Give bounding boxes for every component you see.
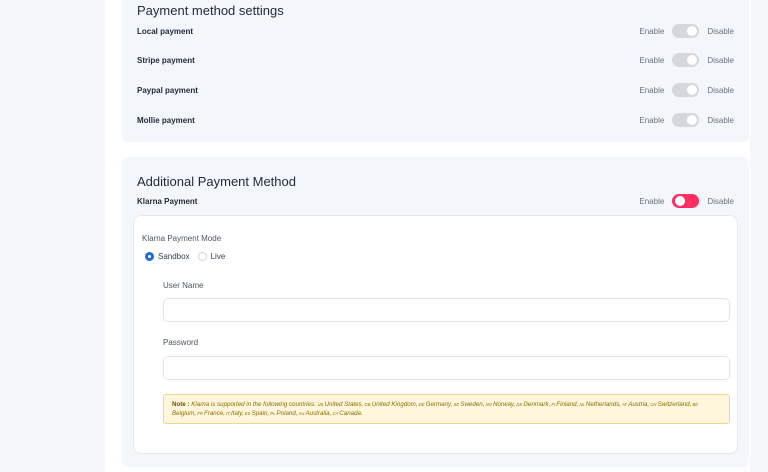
country-item: FR France, (196, 410, 225, 417)
country-code: DE (417, 402, 426, 407)
toggle-knob (687, 55, 698, 65)
sandbox-radio-label[interactable]: Sandbox (158, 252, 190, 261)
payment-settings-title: Payment method settings (137, 3, 284, 18)
country-item: CH Switzerland, (649, 401, 691, 408)
payment-label: Mollie payment (137, 115, 195, 125)
country-item: ES Spain, (244, 410, 269, 417)
enable-label: Enable (639, 115, 665, 125)
toggle-knob (687, 85, 698, 95)
live-radio[interactable] (197, 252, 207, 261)
country-item: PL Poland, (269, 410, 297, 417)
country-name: Poland, (276, 410, 298, 417)
payment-settings-card: Payment method settings Local payment En… (122, 0, 749, 142)
enable-label: Enable (639, 26, 665, 36)
payment-label: Stripe payment (137, 55, 195, 65)
country-code: CH (649, 402, 658, 407)
country-item: AU Australia, (298, 410, 332, 417)
enable-label: Enable (639, 196, 665, 206)
country-name: Germany, (425, 401, 453, 408)
country-name: France, (204, 410, 225, 417)
country-item: CA Canada. (331, 410, 362, 417)
note-intro: Klarna is supported in the following cou… (191, 401, 316, 408)
live-radio-label[interactable]: Live (211, 252, 226, 261)
country-item: US United States, (318, 401, 364, 408)
payment-row-local: Local payment Enable Disable (137, 24, 734, 38)
country-name: United Kingdom, (371, 401, 418, 408)
local-payment-toggle[interactable] (672, 24, 700, 38)
klarna-settings-panel: Klarna Payment Mode Sandbox Live User Na… (133, 215, 738, 454)
country-name: Canada. (339, 410, 363, 417)
country-name: Finland, (556, 401, 579, 408)
country-name: Netherlands, (585, 401, 622, 408)
stripe-payment-toggle[interactable] (672, 53, 700, 67)
payment-row-klarna: Klarna Payment Enable Disable (137, 194, 734, 208)
country-name: Spain, (251, 410, 270, 417)
payment-label: Local payment (137, 26, 194, 36)
country-name: Switzerland, (657, 401, 692, 408)
sandbox-radio[interactable] (145, 252, 154, 261)
disable-label: Disable (707, 85, 734, 95)
klarna-label: Klarna Payment (137, 196, 198, 206)
country-code: US (317, 402, 325, 407)
toggle-knob (687, 26, 698, 36)
note-prefix: Note : (172, 401, 190, 408)
country-code: BE (691, 402, 699, 407)
country-code: ES (243, 411, 252, 416)
country-code: GB (363, 402, 372, 407)
country-item: DK Denmark, (515, 401, 550, 408)
country-item: IT Italy, (225, 410, 244, 417)
klarna-mode-radio-group: Sandbox Live (145, 252, 233, 261)
country-item: GB United Kingdom, (363, 401, 418, 408)
username-input[interactable] (163, 298, 730, 322)
password-label: Password (163, 338, 199, 347)
page-scrollbar[interactable] (750, 0, 768, 472)
country-code: NL (578, 402, 586, 407)
disable-label: Disable (707, 115, 734, 125)
payment-label: Paypal payment (137, 85, 198, 95)
country-item: FI Finland, (550, 401, 578, 408)
country-item: NO Norway, (484, 401, 516, 408)
country-name: Italy, (231, 410, 244, 417)
country-item: SE Sweden, (452, 401, 485, 408)
country-name: Austria, (628, 401, 650, 408)
country-code: PL (269, 411, 277, 416)
additional-payment-title: Additional Payment Method (137, 174, 296, 189)
mollie-payment-toggle[interactable] (672, 113, 700, 127)
klarna-mode-label: Klarna Payment Mode (142, 234, 222, 243)
country-name: Norway, (493, 401, 516, 408)
additional-payment-card: Additional Payment Method Klarna Payment… (122, 157, 749, 467)
paypal-payment-toggle[interactable] (672, 83, 700, 97)
country-name: Australia, (305, 410, 332, 417)
disable-label: Disable (707, 26, 734, 36)
country-name: Belgium, (172, 410, 197, 417)
klarna-payment-toggle[interactable] (672, 194, 700, 208)
country-name: Denmark, (523, 401, 551, 408)
payment-row-paypal: Paypal payment Enable Disable (137, 83, 734, 97)
payment-row-stripe: Stripe payment Enable Disable (137, 53, 734, 67)
country-item: NL Netherlands, (578, 401, 621, 408)
username-label: User Name (163, 281, 204, 290)
country-name: United States, (324, 401, 364, 408)
country-code: FR (196, 411, 204, 416)
toggle-knob (687, 115, 698, 125)
country-code: AU (297, 411, 306, 416)
country-code: NO (484, 402, 494, 407)
disable-label: Disable (707, 55, 734, 65)
enable-label: Enable (639, 55, 665, 65)
klarna-countries-note: Note : Klarna is supported in the follow… (163, 394, 730, 424)
enable-label: Enable (639, 85, 665, 95)
country-name: Sweden, (460, 401, 485, 408)
country-item: AT Austria, (621, 401, 649, 408)
password-input[interactable] (163, 356, 730, 380)
toggle-knob (675, 196, 686, 206)
payment-row-mollie: Mollie payment Enable Disable (137, 113, 734, 127)
main-content: Payment method settings Local payment En… (105, 0, 750, 472)
left-sidebar (0, 0, 105, 472)
country-item: DE Germany, (418, 401, 453, 408)
disable-label: Disable (707, 196, 734, 206)
